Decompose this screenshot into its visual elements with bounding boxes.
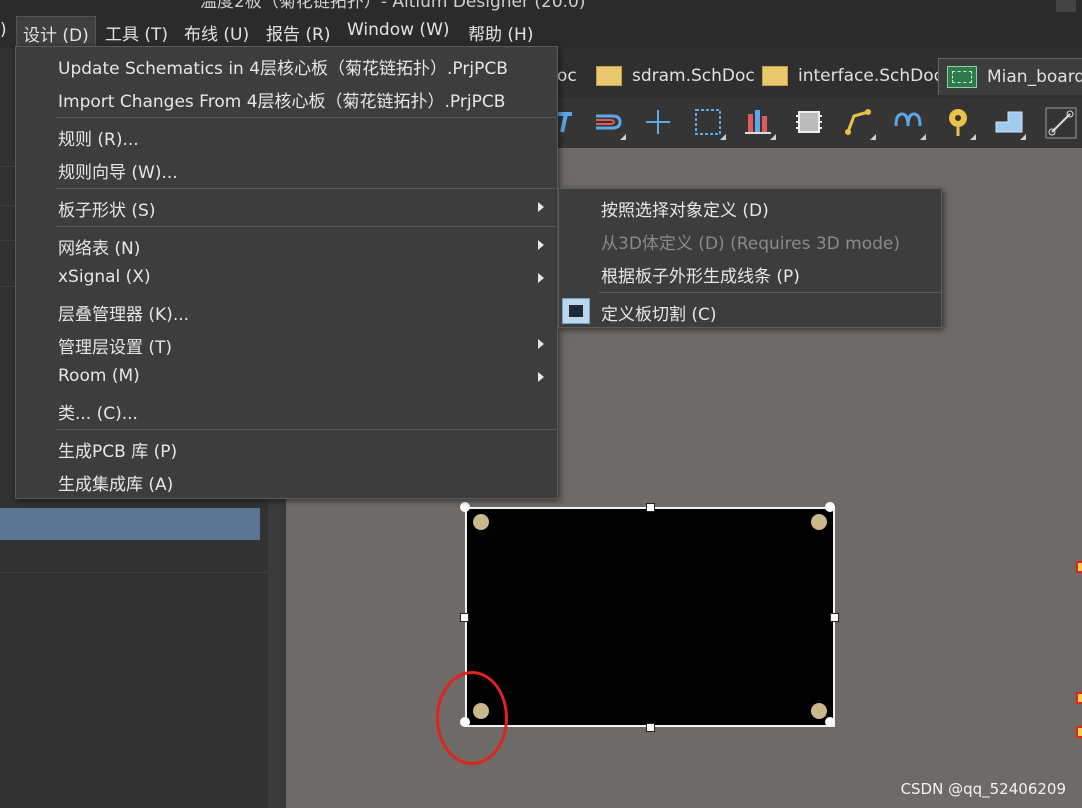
pcb-file-icon <box>947 66 977 88</box>
submenu-arrow-icon <box>538 339 544 349</box>
menu-item-route[interactable]: 布线 (U) <box>184 20 249 45</box>
window-title: 温度2板（菊花链拓扑）- Altium Designer (20.0) <box>200 0 586 12</box>
interactive-route-icon[interactable] <box>842 104 876 140</box>
tab-sdram-schdoc[interactable]: sdram.SchDoc <box>596 58 755 94</box>
submenu-arrow-icon <box>538 372 544 382</box>
menu-item-reports[interactable]: 报告 (R) <box>266 20 330 45</box>
place-origin-icon[interactable] <box>642 104 676 140</box>
menu-define-from-selected[interactable]: 按照选择对象定义 (D) <box>601 196 769 221</box>
board-cutout-icon <box>562 298 590 324</box>
menu-create-primitives-from-shape[interactable]: 根据板子外形生成线条 (P) <box>601 262 800 287</box>
menu-xsignal[interactable]: xSignal (X) <box>58 267 151 287</box>
board-outline[interactable] <box>465 507 835 727</box>
menu-make-integrated-library[interactable]: 生成集成库 (A) <box>58 470 173 495</box>
menu-board-shape[interactable]: 板子形状 (S) <box>58 196 155 221</box>
menu-bar: ) 设计 (D) 工具 (T) 布线 (U) 报告 (R) Window (W)… <box>0 12 1082 52</box>
place-via-icon[interactable] <box>942 104 976 140</box>
menu-room[interactable]: Room (M) <box>58 366 140 386</box>
window-control-button[interactable] <box>1056 0 1076 12</box>
edge-marker <box>1076 692 1082 704</box>
mounting-hole <box>473 514 489 530</box>
board-shape-submenu: 按照选择对象定义 (D) 从3D体定义 (D) (Requires 3D mod… <box>558 188 942 328</box>
tab-label: interface.SchDoc <box>798 66 943 86</box>
menu-item-help[interactable]: 帮助 (H) <box>468 20 533 45</box>
menu-define-board-cutout[interactable]: 定义板切割 (C) <box>601 300 717 325</box>
design-menu-dropdown: Update Schematics in 4层核心板（菊花链拓扑）.PrjPCB… <box>15 46 558 499</box>
submenu-arrow-icon <box>538 273 544 283</box>
menu-item-prev[interactable]: ) <box>0 20 7 40</box>
menu-layer-stack-manager[interactable]: 层叠管理器 (K)... <box>58 300 189 325</box>
place-component-icon[interactable] <box>792 104 826 140</box>
menu-item-tools[interactable]: 工具 (T) <box>105 20 168 45</box>
edge-handle[interactable] <box>460 613 469 622</box>
menu-separator <box>56 188 556 189</box>
schematic-file-icon <box>762 66 788 86</box>
menu-update-schematics[interactable]: Update Schematics in 4层核心板（菊花链拓扑）.PrjPCB <box>58 54 508 79</box>
tab-doc-partial[interactable]: oc <box>557 58 577 94</box>
panel-divider <box>0 572 268 573</box>
submenu-arrow-icon <box>538 240 544 250</box>
tab-interface-schdoc[interactable]: interface.SchDoc <box>762 58 943 94</box>
menu-item-window[interactable]: Window (W) <box>347 20 450 40</box>
diff-pair-routing-icon[interactable] <box>592 104 626 140</box>
menu-make-pcb-library[interactable]: 生成PCB 库 (P) <box>58 437 177 462</box>
corner-handle[interactable] <box>825 717 835 727</box>
window-title-bar: 温度2板（菊花链拓扑）- Altium Designer (20.0) <box>0 0 1082 12</box>
selected-panel-row[interactable] <box>0 508 260 540</box>
tab-label: Mian_board.P <box>987 67 1082 87</box>
menu-layer-sets[interactable]: 管理层设置 (T) <box>58 333 172 358</box>
menu-separator <box>56 429 556 430</box>
menu-rules[interactable]: 规则 (R)... <box>58 125 139 150</box>
edge-handle[interactable] <box>830 613 839 622</box>
menu-import-changes[interactable]: Import Changes From 4层核心板（菊花链拓扑）.PrjPCB <box>58 87 505 112</box>
edge-marker <box>1076 726 1082 738</box>
tab-mian-board-pcbdoc[interactable]: Mian_board.P <box>938 58 1082 95</box>
corner-handle[interactable] <box>825 502 835 512</box>
menu-netlist[interactable]: 网络表 (N) <box>58 234 140 259</box>
menu-separator <box>599 292 941 293</box>
menu-separator <box>56 117 556 118</box>
edge-marker <box>1076 561 1082 573</box>
place-polygon-icon[interactable] <box>992 104 1026 140</box>
corner-handle[interactable] <box>460 502 470 512</box>
watermark: CSDN @qq_52406209 <box>900 780 1066 798</box>
align-distribute-icon[interactable] <box>742 104 776 140</box>
mounting-hole <box>811 703 827 719</box>
submenu-arrow-icon <box>538 202 544 212</box>
edge-handle[interactable] <box>646 503 655 512</box>
menu-classes[interactable]: 类... (C)... <box>58 399 138 424</box>
menu-rule-wizard[interactable]: 规则向导 (W)... <box>58 158 178 183</box>
tune-length-icon[interactable] <box>892 104 926 140</box>
tab-label: sdram.SchDoc <box>632 66 755 86</box>
edge-handle[interactable] <box>646 723 655 732</box>
red-annotation-circle <box>436 671 508 765</box>
menu-define-from-3d: 从3D体定义 (D) (Requires 3D mode) <box>601 234 900 254</box>
menu-separator <box>56 226 556 227</box>
line-icon[interactable] <box>1044 104 1078 140</box>
tab-label: oc <box>557 66 577 86</box>
schematic-file-icon <box>596 66 622 86</box>
select-area-icon[interactable] <box>692 104 726 140</box>
mounting-hole <box>811 514 827 530</box>
